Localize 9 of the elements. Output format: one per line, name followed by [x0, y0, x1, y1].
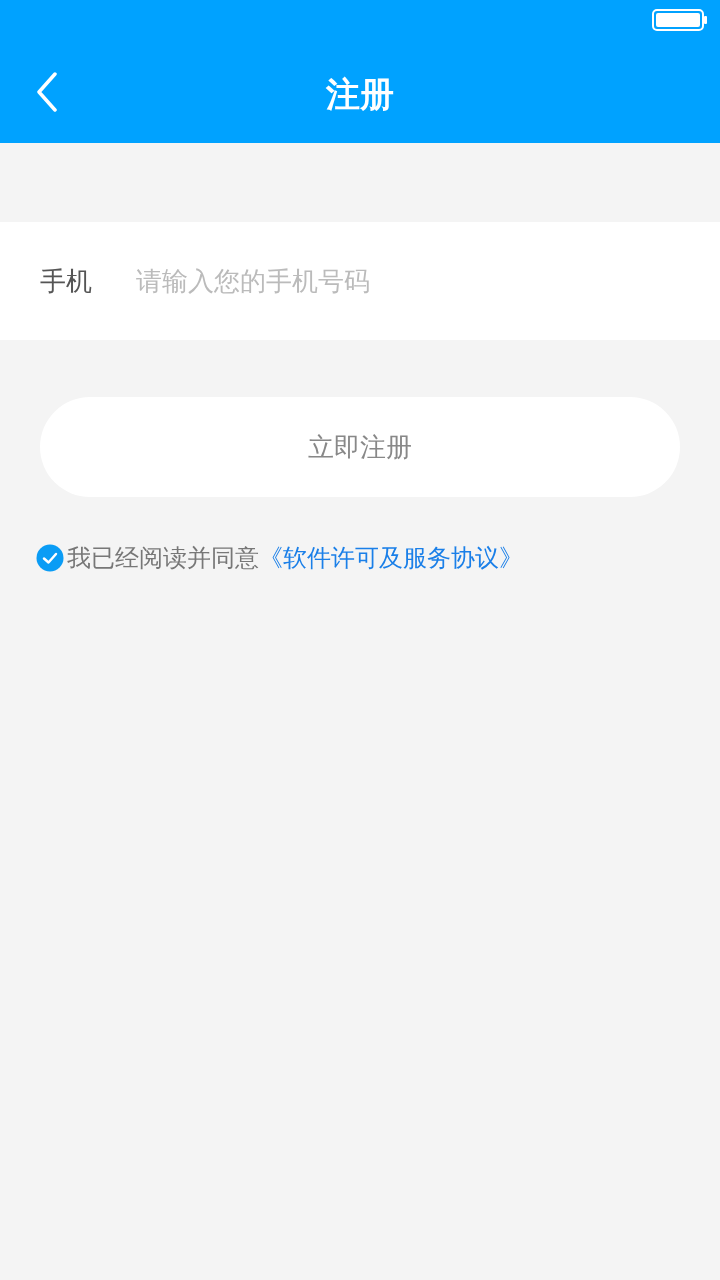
back-icon[interactable]	[36, 72, 58, 112]
phone-label: 手机	[40, 264, 93, 298]
agreement-text: 我已经阅读并同意《软件许可及服务协议》	[67, 543, 523, 574]
register-button[interactable]: 立即注册	[40, 397, 680, 497]
agreement-link[interactable]: 《软件许可及服务协议》	[259, 544, 523, 572]
checkbox-icon[interactable]	[36, 544, 64, 572]
page-title: 注册	[326, 72, 394, 116]
battery-icon	[652, 9, 708, 31]
phone-input-field[interactable]: 请输入您的手机号码	[136, 266, 616, 296]
